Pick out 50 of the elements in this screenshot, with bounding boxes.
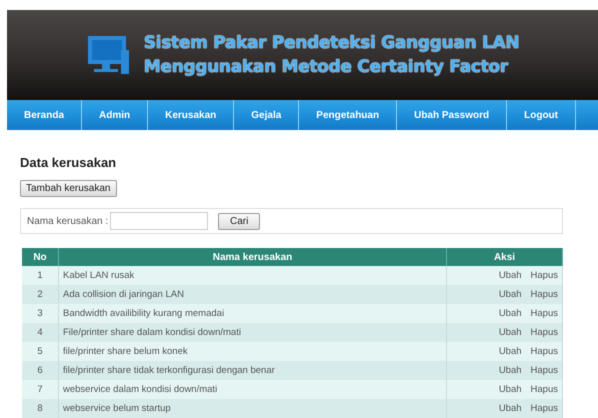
- table-cell: 3: [22, 304, 58, 323]
- action-link[interactable]: Ubah: [498, 346, 522, 357]
- action-link[interactable]: Hapus: [530, 403, 558, 414]
- table-cell: 2: [22, 285, 58, 304]
- action-link[interactable]: Hapus: [530, 384, 558, 395]
- nav-link[interactable]: Logout: [507, 100, 576, 130]
- table-cell: 8: [22, 399, 58, 418]
- column-header: No: [22, 248, 58, 266]
- column-header: Nama kerusakan: [58, 248, 446, 266]
- table-cell: Bandwidth availibility kurang memadai: [58, 304, 446, 323]
- column-header: Aksi: [446, 248, 562, 266]
- action-link[interactable]: Ubah: [498, 403, 522, 414]
- site-title: Menggunakan Metode Certainty Factor: [144, 56, 510, 79]
- action-link[interactable]: Ubah: [498, 384, 522, 395]
- action-link[interactable]: Hapus: [530, 270, 558, 281]
- add-button[interactable]: Tambah kerusakan: [20, 180, 116, 197]
- nav-link[interactable]: Kerusakan: [148, 100, 234, 130]
- action-link[interactable]: Hapus: [530, 327, 558, 338]
- action-link[interactable]: Hapus: [530, 308, 558, 319]
- table-cell: 7: [22, 380, 58, 399]
- action-link[interactable]: Ubah: [498, 308, 522, 319]
- table-cell: Ada collision di jaringan LAN: [58, 285, 446, 304]
- table-cell: File/printer share dalam kondisi down/mati: [58, 323, 446, 342]
- nav-link[interactable]: Beranda: [7, 100, 82, 130]
- action-link[interactable]: Ubah: [498, 289, 522, 300]
- table-cell: Kabel LAN rusak: [58, 266, 446, 285]
- search-field[interactable]: [110, 212, 208, 230]
- nav-link[interactable]: Gejala: [234, 100, 300, 130]
- action-link[interactable]: Hapus: [530, 346, 558, 357]
- table-cell: webservice belum startup: [58, 399, 446, 418]
- search-label: Nama kerusakan :: [27, 216, 108, 226]
- table-cell: file/printer share belum konek: [58, 342, 446, 361]
- site-title: Sistem Pakar Pendeteksi Gangguan LAN: [144, 32, 520, 55]
- table-cell: 1: [22, 266, 58, 285]
- table-cell: 5: [22, 342, 58, 361]
- action-link[interactable]: Ubah: [498, 327, 522, 338]
- action-link[interactable]: Hapus: [530, 289, 558, 300]
- table-cell: webservice dalam kondisi down/mati: [58, 380, 446, 399]
- nav-link[interactable]: Admin: [82, 100, 148, 130]
- action-link[interactable]: Ubah: [498, 365, 522, 376]
- table-cell: file/printer share tidak terkonfigurasi dengan benar: [58, 361, 446, 380]
- nav-link[interactable]: Pengetahuan: [299, 100, 398, 130]
- monitor-icon: [86, 34, 130, 76]
- page-heading: Data kerusakan: [20, 155, 118, 170]
- table-cell: 6: [22, 361, 58, 380]
- action-link[interactable]: Ubah: [498, 270, 522, 281]
- nav-link[interactable]: Ubah Password: [397, 100, 508, 130]
- search-button[interactable]: Cari: [218, 212, 260, 230]
- action-link[interactable]: Hapus: [530, 365, 558, 376]
- table-cell: 4: [22, 323, 58, 342]
